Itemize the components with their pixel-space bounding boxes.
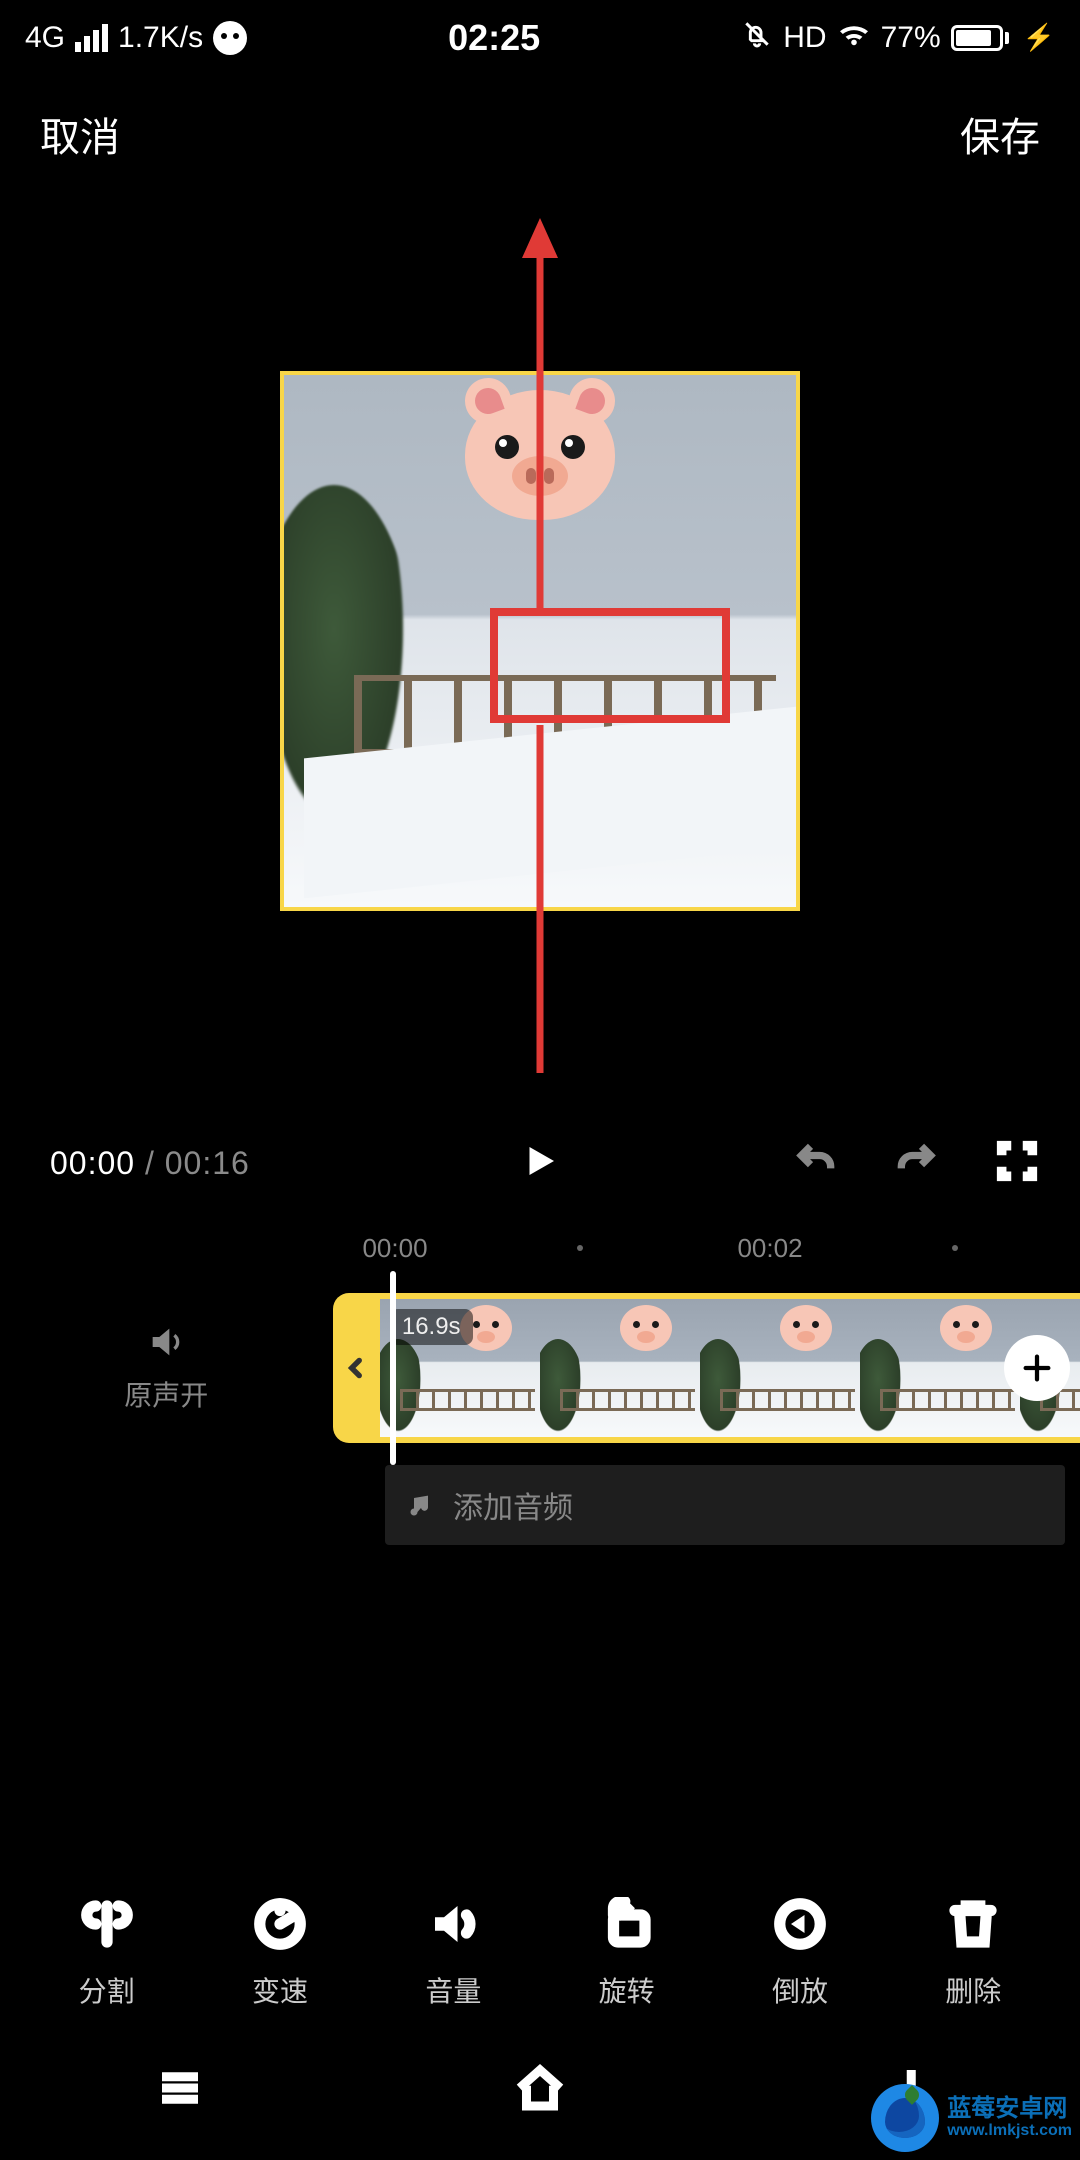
clip-thumb[interactable] <box>860 1299 1020 1437</box>
ruler-dot <box>952 1245 958 1251</box>
charging-icon: ⚡ <box>1023 22 1055 53</box>
undo-button[interactable] <box>794 1139 838 1188</box>
delete-button[interactable]: 删除 <box>945 1896 1001 2010</box>
volume-label: 音量 <box>425 1970 481 2010</box>
hd-label: HD <box>783 21 826 55</box>
original-sound-toggle[interactable]: 原声开 <box>0 1293 333 1443</box>
ruler-mark-1: 00:02 <box>737 1233 802 1264</box>
video-preview[interactable] <box>280 203 800 1073</box>
bottom-toolbar: 分割 变速 音量 旋转 倒放 删除 <box>0 1896 1080 2010</box>
menu-nav-icon[interactable] <box>153 2061 207 2120</box>
annotation-arrow-up-head <box>522 218 558 258</box>
speed-icon <box>252 1896 308 1952</box>
home-nav-icon[interactable] <box>513 2061 567 2120</box>
annotation-arrow-down-line <box>537 725 544 1073</box>
redo-button[interactable] <box>894 1139 938 1188</box>
annotation-rect <box>490 608 730 723</box>
sound-label: 原声开 <box>124 1374 208 1414</box>
save-button[interactable]: 保存 <box>960 105 1040 163</box>
time-display: 00:00 / 00:16 <box>50 1145 250 1182</box>
speed-label: 1.7K/s <box>118 21 203 55</box>
playback-row: 00:00 / 00:16 <box>0 1128 1080 1198</box>
ruler-mark-0: 00:00 <box>362 1233 427 1264</box>
header: 取消 保存 <box>0 75 1080 183</box>
add-audio-button[interactable]: 添加音频 <box>385 1465 1065 1545</box>
rotate-button[interactable]: 旋转 <box>599 1896 655 2010</box>
clip-thumb[interactable]: 16.9s <box>380 1299 540 1437</box>
cancel-button[interactable]: 取消 <box>40 105 120 163</box>
split-label: 分割 <box>79 1970 135 2010</box>
speed-button[interactable]: 变速 <box>252 1896 308 2010</box>
volume-icon <box>425 1896 481 1952</box>
fullscreen-button[interactable] <box>994 1138 1040 1189</box>
time-sep: / <box>135 1145 165 1181</box>
playhead[interactable] <box>390 1271 396 1465</box>
clip-strip[interactable]: 16.9s <box>380 1293 1080 1443</box>
time-ruler: 00:00 00:02 <box>0 1233 1080 1273</box>
preview-area <box>0 203 1080 1073</box>
add-clip-button[interactable] <box>1004 1335 1070 1401</box>
watermark-name: 蓝莓安卓网 <box>947 2096 1072 2122</box>
status-bar: 4G 1.7K/s 02:25 HD 77% ⚡ <box>0 0 1080 75</box>
annotation-arrow-up-line <box>537 248 544 608</box>
status-left: 4G 1.7K/s <box>25 21 247 55</box>
wechat-icon <box>213 21 247 55</box>
status-right: HD 77% ⚡ <box>741 18 1055 58</box>
network-label: 4G <box>25 21 65 55</box>
bell-off-icon <box>741 18 773 58</box>
signal-icon <box>75 24 108 52</box>
clip-thumb[interactable] <box>700 1299 860 1437</box>
rotate-label: 旋转 <box>599 1970 655 2010</box>
add-audio-label: 添加音频 <box>453 1483 573 1527</box>
volume-button[interactable]: 音量 <box>425 1896 481 2010</box>
reverse-label: 倒放 <box>772 1970 828 2010</box>
current-time: 00:00 <box>50 1145 135 1181</box>
delete-label: 删除 <box>945 1970 1001 2010</box>
clip-duration: 16.9s <box>390 1309 473 1345</box>
clock: 02:25 <box>448 17 540 59</box>
ruler-dot <box>577 1245 583 1251</box>
battery-icon <box>951 25 1009 51</box>
watermark-url: www.lmkjst.com <box>947 2122 1072 2140</box>
wifi-icon <box>837 20 871 56</box>
battery-label: 77% <box>881 21 941 55</box>
clip-thumb[interactable] <box>540 1299 700 1437</box>
watermark: 蓝莓安卓网 www.lmkjst.com <box>871 2084 1072 2152</box>
play-button[interactable] <box>519 1140 561 1187</box>
total-time: 00:16 <box>165 1145 250 1181</box>
rotate-icon <box>599 1896 655 1952</box>
split-button[interactable]: 分割 <box>79 1896 135 2010</box>
split-icon <box>79 1896 135 1952</box>
reverse-icon <box>772 1896 828 1952</box>
delete-icon <box>945 1896 1001 1952</box>
reverse-button[interactable]: 倒放 <box>772 1896 828 2010</box>
speed-label: 变速 <box>252 1970 308 2010</box>
watermark-icon <box>871 2084 939 2152</box>
timeline[interactable]: 原声开 16.9s <box>0 1293 1080 1443</box>
clip-handle-left[interactable] <box>333 1293 380 1443</box>
